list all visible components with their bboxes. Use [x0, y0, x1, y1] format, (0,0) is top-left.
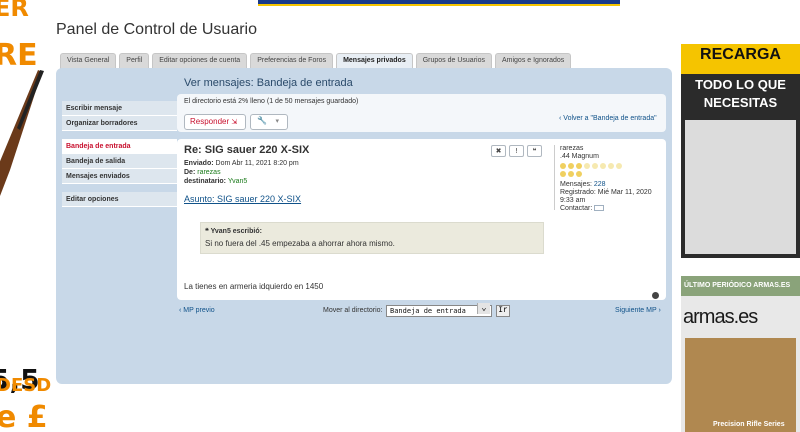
- rank-star-icon: [560, 163, 566, 169]
- message-actions: ✖ ! ❝: [491, 145, 542, 157]
- rank-star-icon: [608, 163, 614, 169]
- wrench-icon: 🔧: [257, 116, 267, 125]
- next-pm-link[interactable]: Siguiente MP ›: [615, 307, 661, 314]
- left-ad-desde: DESDE: [0, 375, 52, 396]
- report-icon[interactable]: !: [509, 145, 524, 157]
- sidebar-item-sent[interactable]: Mensajes enviados: [62, 169, 177, 184]
- profile-username[interactable]: rarezas: [560, 145, 652, 153]
- subject-link[interactable]: Asunto: SIG sauer 220 X-SIX: [184, 194, 301, 204]
- right-ad1-sub1: TODO LO QUE: [695, 77, 786, 92]
- chevron-down-icon: ▾: [275, 117, 280, 125]
- go-button[interactable]: Ir: [496, 305, 510, 317]
- sidebar-item-inbox[interactable]: Bandeja de entrada: [62, 139, 177, 154]
- posts-value[interactable]: 228: [594, 181, 606, 188]
- right-ad1-product-image: [685, 120, 796, 254]
- tab-user-groups[interactable]: Grupos de Usuarios: [415, 53, 492, 69]
- rifle-image: [0, 70, 44, 196]
- contact-label: Contactar:: [560, 205, 593, 212]
- right-ad-reload[interactable]: RECARGA TODO LO QUE NECESITAS: [681, 44, 800, 258]
- tab-forum-prefs[interactable]: Preferencias de Foros: [250, 53, 334, 69]
- registered-value: Mié Mar 11, 2020: [597, 189, 652, 196]
- from-user-link[interactable]: rarezas: [197, 169, 220, 176]
- right-ad1-sub2: NECESITAS: [703, 95, 778, 110]
- sidebar-group-folders: Bandeja de entrada Bandeja de salida Men…: [62, 139, 177, 184]
- content-header: Ver mensajes: Bandeja de entrada: [184, 77, 353, 89]
- prev-pm-link[interactable]: ‹ MP previo: [179, 307, 215, 314]
- contact-icon[interactable]: [594, 205, 605, 212]
- posts-label: Mensajes:: [560, 181, 592, 188]
- back-to-top-icon[interactable]: [652, 292, 659, 299]
- right-ad2-logo: armas.es: [683, 306, 758, 328]
- rank-star-icon: [616, 163, 622, 169]
- rank-star-icon: [576, 163, 582, 169]
- tab-overview[interactable]: Vista General: [60, 53, 117, 69]
- rank-star-icon: [576, 171, 582, 177]
- rank-stars: [560, 163, 652, 169]
- profile-divider: [554, 145, 555, 210]
- delete-icon[interactable]: ✖: [491, 145, 506, 157]
- sent-label: Enviado:: [184, 160, 214, 167]
- tab-bar: Vista General Perfil Editar opciones de …: [60, 53, 572, 69]
- sidebar-group-options: Editar opciones: [62, 192, 177, 207]
- rank-star-icon: [600, 163, 606, 169]
- rank-star-icon: [568, 171, 574, 177]
- top-banner-ad[interactable]: [258, 0, 620, 6]
- right-ad-magazine[interactable]: ÚLTIMO PERIÓDICO ARMAS.ES armas.es Preci…: [681, 276, 800, 432]
- sidebar-item-compose[interactable]: Escribir mensaje: [62, 101, 177, 116]
- reply-icon: ⇲: [231, 119, 238, 126]
- rank-star-icon: [592, 163, 598, 169]
- tab-profile[interactable]: Perfil: [119, 53, 150, 69]
- left-ad-banner[interactable]: ER RE . 5,5 DESDE e £: [0, 0, 52, 432]
- rank-star-icon: [568, 163, 574, 169]
- sent-value: Dom Abr 11, 2021 8:20 pm: [215, 160, 299, 167]
- tab-private-messages[interactable]: Mensajes privados: [336, 53, 413, 69]
- tools-button[interactable]: 🔧 ▾: [250, 114, 288, 130]
- folder-status: El directorio está 2% lleno (1 de 50 men…: [184, 98, 359, 105]
- quote-text: Si no fuera del .45 empezaba a ahorrar a…: [205, 239, 395, 248]
- registered-time: 9:33 am: [560, 197, 586, 204]
- rank-star-icon: [584, 163, 590, 169]
- reply-button[interactable]: Responder ⇲: [184, 114, 246, 130]
- right-ad1-head: RECARGA: [681, 44, 800, 74]
- quote-cite: ❝ Yvan5 escribió:: [205, 227, 262, 235]
- tab-account-settings[interactable]: Editar opciones de cuenta: [152, 53, 248, 69]
- to-label: destinatario:: [184, 178, 227, 185]
- right-ad2-bar: ÚLTIMO PERIÓDICO ARMAS.ES: [681, 276, 800, 296]
- quote-icon[interactable]: ❝: [527, 145, 542, 157]
- author-profile: rarezas .44 Magnum Mensajes: 228 Registr…: [560, 145, 652, 213]
- message-title: Re: SIG sauer 220 X-SIX: [184, 144, 310, 156]
- sidebar-item-outbox[interactable]: Bandeja de salida: [62, 154, 177, 169]
- message-body: La tienes en armeria idquierdo en 1450: [184, 282, 324, 291]
- sidebar: Escribir mensaje Organizar borradores Ba…: [62, 101, 177, 215]
- rank-stars-row2: [560, 171, 652, 177]
- chevron-right-icon: ›: [656, 307, 661, 314]
- tab-friends-foes[interactable]: Amigos e Ignorados: [494, 53, 572, 69]
- sidebar-item-edit-options[interactable]: Editar opciones: [62, 192, 177, 207]
- sidebar-item-drafts[interactable]: Organizar borradores: [62, 116, 177, 131]
- left-ad-text-mid: RE: [0, 38, 38, 73]
- back-to-inbox-link[interactable]: ‹ Volver a "Bandeja de entrada": [559, 115, 657, 122]
- right-ad2-photo: Precision Rifle Series: [685, 338, 796, 432]
- prev-pm-label: MP previo: [183, 307, 215, 314]
- move-folder-label: Mover al directorio:: [323, 307, 383, 314]
- to-user-link[interactable]: Yvan5: [228, 178, 247, 185]
- page-title: Panel de Control de Usuario: [56, 21, 258, 38]
- left-ad-pound: e £: [0, 400, 48, 432]
- from-label: De:: [184, 169, 196, 176]
- left-ad-text-top: ER: [0, 0, 29, 22]
- message-meta: Enviado: Dom Abr 11, 2021 8:20 pm De: ra…: [184, 159, 299, 186]
- reply-label: Responder: [190, 117, 230, 126]
- sidebar-group-compose: Escribir mensaje Organizar borradores: [62, 101, 177, 131]
- quote-cite-text: Yvan5 escribió:: [210, 228, 262, 235]
- back-link-label: Volver a "Bandeja de entrada": [563, 115, 657, 122]
- registered-label: Registrado:: [560, 189, 596, 196]
- move-folder-select[interactable]: Bandeja de entrada: [386, 303, 492, 317]
- next-pm-label: Siguiente MP: [615, 307, 657, 314]
- profile-rank: .44 Magnum: [560, 153, 599, 160]
- right-ad2-caption: Precision Rifle Series: [713, 421, 785, 428]
- rank-star-icon: [560, 171, 566, 177]
